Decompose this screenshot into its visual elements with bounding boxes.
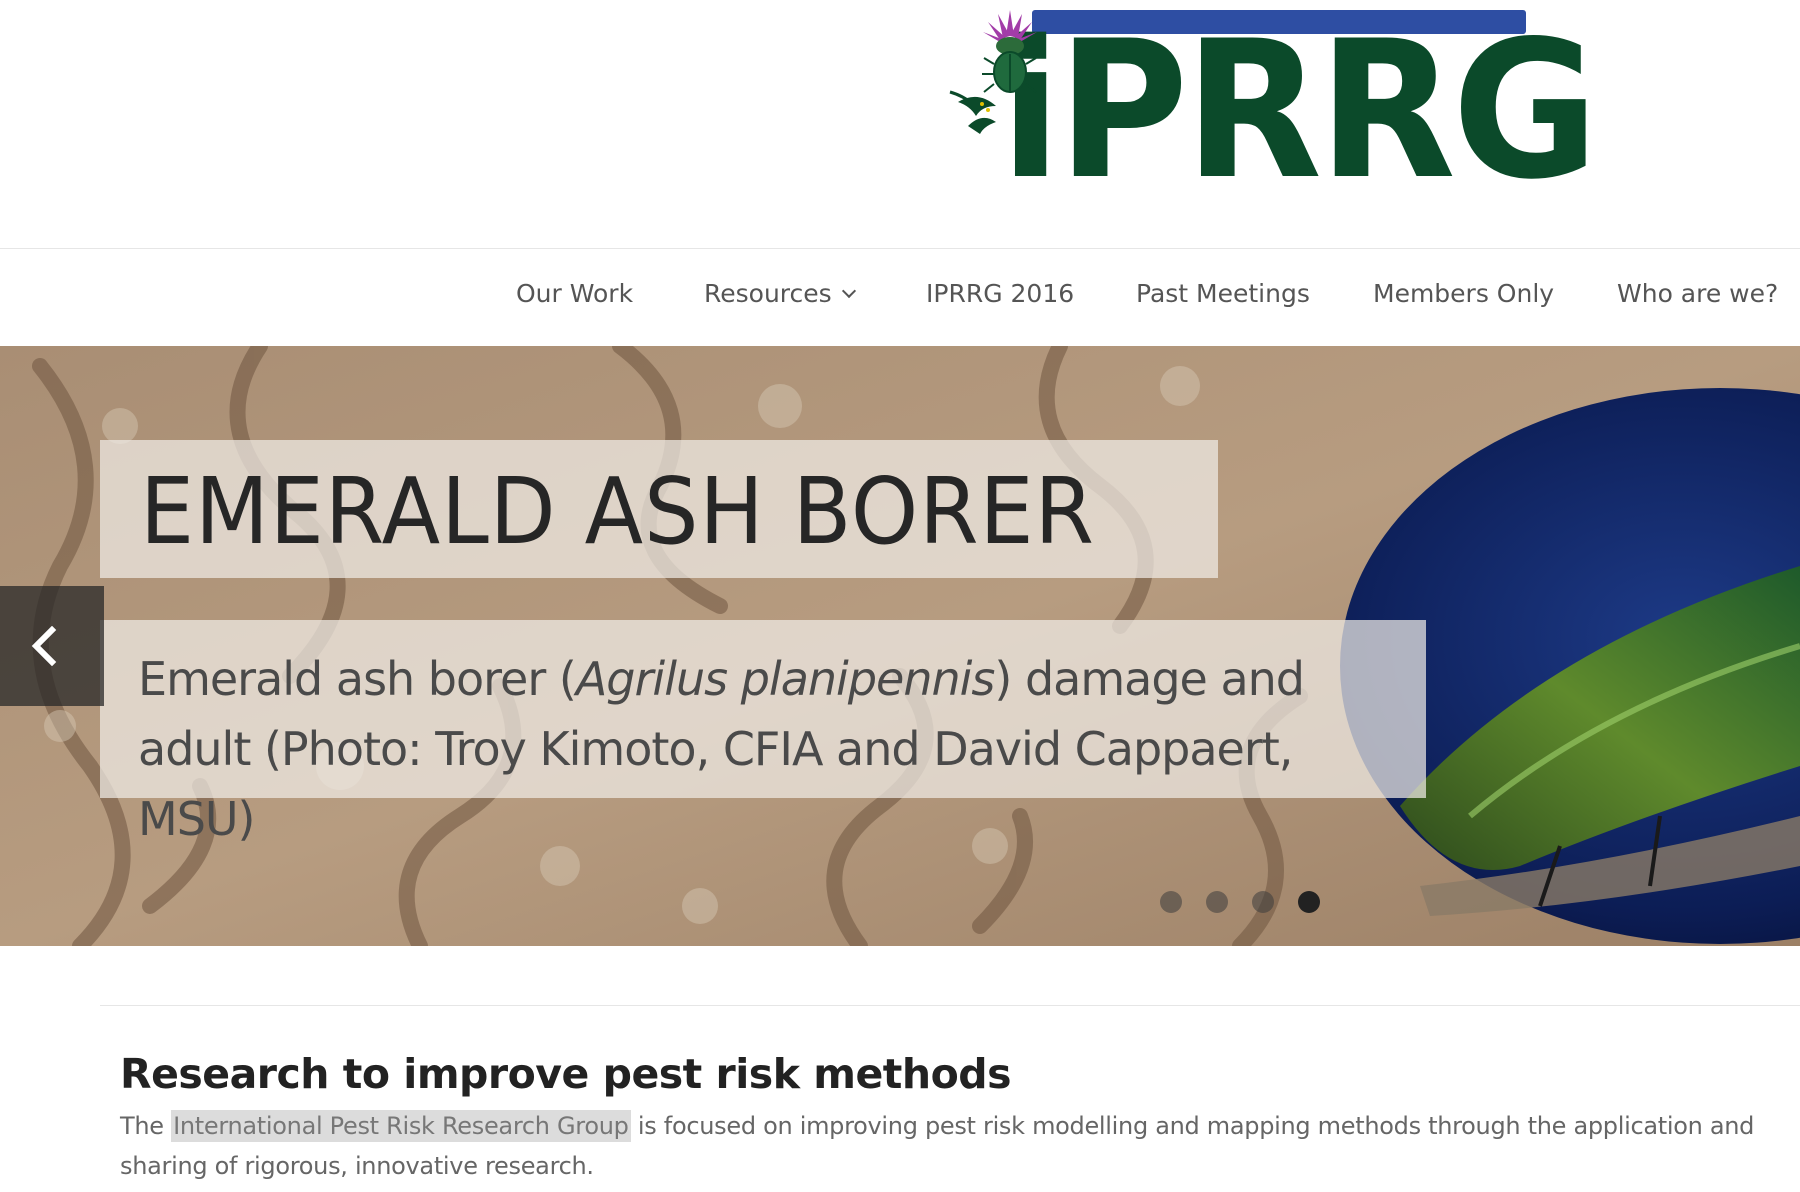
body-text-start: The: [120, 1112, 172, 1140]
slider-dot-4[interactable]: [1298, 891, 1320, 913]
section-body: The International Pest Risk Research Gro…: [120, 1106, 1780, 1186]
content-divider: [100, 1005, 1800, 1006]
section-title: Research to improve pest risk methods: [120, 1050, 1012, 1098]
slide-caption-panel: Emerald ash borer (Agrilus planipennis) …: [100, 620, 1426, 846]
slider-dot-3[interactable]: [1252, 891, 1274, 913]
nav-item-iprrg-2016[interactable]: IPRRG 2016: [926, 279, 1074, 308]
slider-dot-2[interactable]: [1206, 891, 1228, 913]
nav-item-label: Members Only: [1373, 279, 1555, 308]
slider-prev-button[interactable]: [0, 586, 104, 706]
nav-item-who-are-we[interactable]: Who are we?: [1617, 279, 1778, 308]
nav-item-label: Past Meetings: [1136, 279, 1310, 308]
slide-caption: Emerald ash borer (Agrilus planipennis) …: [138, 644, 1418, 854]
site-header: iPRRG: [0, 0, 1800, 248]
logo-text: iPRRG: [1000, 0, 1599, 221]
caption-text-start: Emerald ash borer (: [138, 652, 577, 706]
caption-species-name: Agrilus planipennis: [575, 652, 996, 706]
hero-slider: EMERALD ASH BORER Emerald ash borer (Agr…: [0, 346, 1800, 946]
chevron-down-icon: [841, 283, 856, 299]
nav-item-members-only[interactable]: Members Only: [1373, 279, 1554, 308]
nav-item-resources[interactable]: Resources: [704, 279, 856, 308]
nav-item-label: Resources: [704, 279, 832, 308]
main-nav: Our Work Resources IPRRG 2016 Past Meeti…: [0, 249, 1800, 346]
nav-item-label: Our Work: [516, 279, 634, 308]
chevron-left-icon: [31, 626, 57, 666]
slide-title-panel: EMERALD ASH BORER: [100, 440, 1218, 578]
nav-item-label: Who are we?: [1617, 279, 1779, 308]
org-link[interactable]: International Pest Risk Research Group: [171, 1110, 631, 1142]
thistle-beetle-icon: [949, 10, 1038, 134]
nav-item-our-work[interactable]: Our Work: [516, 279, 633, 308]
slider-dot-1[interactable]: [1160, 891, 1182, 913]
nav-item-past-meetings[interactable]: Past Meetings: [1136, 279, 1310, 308]
slide-title: EMERALD ASH BORER: [140, 458, 1095, 565]
nav-item-label: IPRRG 2016: [926, 279, 1075, 308]
site-logo[interactable]: iPRRG: [948, 6, 1599, 206]
